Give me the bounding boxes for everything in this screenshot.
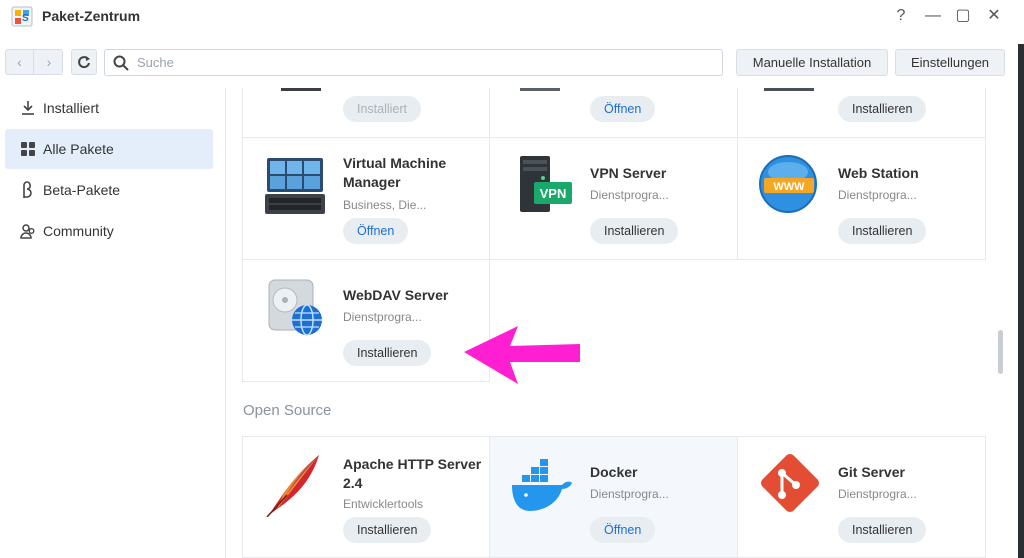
sidebar-item-community[interactable]: Community — [5, 211, 213, 251]
forward-button[interactable]: › — [35, 50, 63, 74]
section-title-open-source: Open Source — [243, 402, 332, 419]
package-icon-fragment — [281, 88, 321, 91]
back-button[interactable]: ‹ — [6, 50, 34, 74]
sidebar-item-label: Installiert — [43, 100, 100, 116]
package-card-git-server[interactable]: Git Server Dienstprogra... Installieren — [738, 436, 986, 558]
www-icon-label: WWW — [773, 181, 805, 193]
sidebar-item-label: Community — [43, 223, 114, 239]
package-name: Apache HTTP Server 2.4 — [343, 456, 482, 491]
git-icon — [760, 453, 820, 513]
package-name: Git Server — [838, 464, 905, 480]
close-button[interactable]: ✕ — [983, 6, 1005, 26]
navigation-group: ‹ › — [5, 49, 63, 75]
package-card-vpn-server[interactable]: VPN VPN Server Dienstprogra... Installie… — [490, 138, 738, 260]
maximize-button[interactable]: ▢ — [952, 6, 974, 26]
svg-text:S: S — [22, 13, 29, 24]
refresh-icon — [78, 56, 90, 69]
install-button[interactable]: Installieren — [838, 218, 927, 244]
virtual-machine-icon — [265, 158, 325, 214]
package-card-web-station[interactable]: WWW Web Station Dienstprogra... Installi… — [738, 138, 986, 260]
sidebar-item-beta-packages[interactable]: Beta-Pakete — [5, 170, 213, 210]
webdav-server-icon — [268, 279, 322, 336]
grid-icon — [21, 142, 35, 156]
package-card-webdav-server[interactable]: WebDAV Server Dienstprogra... Installier… — [242, 260, 490, 382]
download-icon — [22, 101, 34, 115]
package-name: Docker — [590, 464, 638, 480]
install-button[interactable]: Installieren — [838, 517, 927, 543]
install-button[interactable]: Installieren — [343, 340, 432, 366]
sidebar-item-label: Alle Pakete — [43, 141, 114, 157]
docker-whale-icon — [512, 459, 572, 511]
package-category: Dienstprogra... — [838, 487, 917, 501]
package-category: Dienstprogra... — [590, 188, 669, 202]
toolbar: ‹ › Manuelle Installation Einstellungen — [0, 44, 1024, 84]
package-name: Virtual Machine Manager — [343, 155, 447, 190]
manual-install-button[interactable]: Manuelle Installation — [736, 49, 888, 76]
open-button[interactable]: Öffnen — [590, 517, 656, 543]
package-card[interactable]: Installiert — [242, 88, 490, 138]
install-button[interactable]: Installieren — [838, 96, 927, 122]
open-button[interactable]: Öffnen — [343, 218, 409, 244]
sidebar: Installiert Alle Pakete Beta-Pakete Comm… — [0, 88, 226, 558]
package-name: VPN Server — [590, 165, 667, 181]
package-card[interactable]: Installieren — [738, 88, 986, 138]
window-title: Paket-Zentrum — [42, 8, 141, 24]
apache-feather-icon — [266, 455, 319, 517]
package-category: Business, Die... — [343, 198, 427, 212]
beta-icon — [23, 181, 32, 198]
package-center-app-icon: S — [11, 6, 33, 27]
install-button[interactable]: Installieren — [590, 218, 679, 244]
community-icon — [20, 224, 35, 239]
scrollbar-thumb[interactable] — [998, 330, 1003, 374]
package-category: Dienstprogra... — [838, 188, 917, 202]
window-edge — [1018, 44, 1024, 558]
search-icon — [113, 55, 129, 71]
settings-button[interactable]: Einstellungen — [895, 49, 1005, 76]
sidebar-item-installed[interactable]: Installiert — [5, 88, 213, 128]
vpn-server-icon: VPN — [520, 156, 572, 212]
annotation-arrow-icon — [464, 326, 580, 384]
web-station-icon: WWW — [759, 155, 817, 213]
package-card-virtual-machine-manager[interactable]: Virtual Machine Manager Business, Die...… — [242, 138, 490, 260]
search-input[interactable] — [137, 53, 697, 72]
package-category: Entwicklertools — [343, 497, 424, 511]
title-bar: S Paket-Zentrum ? — ▢ ✕ — [0, 0, 1024, 34]
help-button[interactable]: ? — [890, 6, 912, 26]
package-name: WebDAV Server — [343, 287, 449, 303]
open-button[interactable]: Öffnen — [590, 96, 656, 122]
search-box[interactable] — [104, 49, 723, 76]
minimize-button[interactable]: — — [922, 6, 944, 26]
package-icon-fragment — [764, 88, 814, 91]
vpn-icon-label: VPN — [540, 186, 567, 201]
install-button[interactable]: Installieren — [343, 517, 432, 543]
package-card[interactable]: Öffnen — [490, 88, 738, 138]
package-card-apache-http-server[interactable]: Apache HTTP Server 2.4 Entwicklertools I… — [242, 436, 490, 558]
sidebar-item-label: Beta-Pakete — [43, 182, 121, 198]
installed-button: Installiert — [343, 96, 422, 122]
sidebar-item-all-packages[interactable]: Alle Pakete — [5, 129, 213, 169]
refresh-button[interactable] — [71, 49, 97, 75]
package-category: Dienstprogra... — [590, 487, 669, 501]
package-card-docker[interactable]: Docker Dienstprogra... Öffnen — [490, 436, 738, 558]
package-list: Installiert Öffnen Installieren Virtual … — [227, 88, 997, 558]
package-name: Web Station — [838, 165, 919, 181]
package-icon-fragment — [520, 88, 560, 91]
